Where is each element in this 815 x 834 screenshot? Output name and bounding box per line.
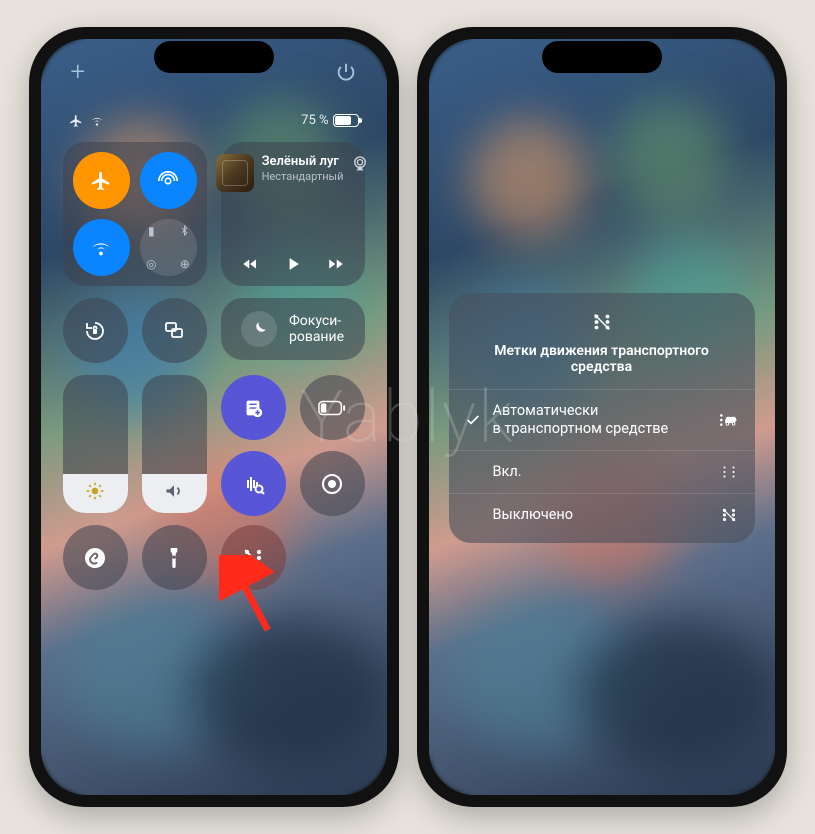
focus-button[interactable]: Фокуси- рование <box>221 298 365 360</box>
sound-recognition-button[interactable] <box>221 451 286 516</box>
motion-option-label: Автоматически в транспортном средстве <box>493 402 709 438</box>
forward-button[interactable] <box>325 255 347 273</box>
motion-cues-button[interactable] <box>221 525 286 590</box>
cellular-mini-icon: ▮ <box>140 219 164 243</box>
wifi-button[interactable] <box>73 219 130 276</box>
orientation-lock-button[interactable] <box>63 298 128 363</box>
screen-right: Метки движения транспортного средства Ав… <box>429 39 775 795</box>
screen-left: + 75 % <box>41 39 387 795</box>
power-button[interactable] <box>335 61 357 83</box>
shazam-button[interactable] <box>63 525 128 590</box>
airplay-icon[interactable] <box>351 154 369 172</box>
airplane-status-icon <box>69 114 83 128</box>
music-subtitle: Нестандартный <box>262 170 344 183</box>
status-bar: 75 % <box>63 113 365 128</box>
control-center-grid: ▮ ◎ ⊕ <box>63 142 365 286</box>
motion-option-label: Выключено <box>493 506 709 524</box>
quick-note-button[interactable] <box>221 375 286 440</box>
motion-option-on[interactable]: Вкл. <box>449 450 755 493</box>
dynamic-island <box>542 41 662 73</box>
motion-auto-icon <box>719 412 739 428</box>
screen-record-button[interactable] <box>300 451 365 516</box>
phone-right: Метки движения транспортного средства Ав… <box>417 27 787 807</box>
motion-option-label: Вкл. <box>493 463 709 481</box>
motion-cues-panel-icon <box>449 311 755 333</box>
screen-mirroring-button[interactable] <box>142 298 207 363</box>
motion-on-icon <box>719 463 739 481</box>
hotspot-mini-icon: ◎ <box>140 253 164 277</box>
airdrop-button[interactable] <box>140 152 197 209</box>
volume-slider[interactable] <box>142 375 207 513</box>
bluetooth-mini-icon <box>173 219 197 243</box>
rewind-button[interactable] <box>239 255 261 273</box>
focus-moon-icon <box>241 311 277 347</box>
low-power-button[interactable] <box>300 375 365 440</box>
album-art <box>216 154 254 192</box>
empty-slot <box>300 525 365 590</box>
music-title: Зелёный луг <box>262 154 344 170</box>
battery-text: 75 % <box>301 113 328 128</box>
battery-indicator: 75 % <box>301 113 358 128</box>
dynamic-island <box>154 41 274 73</box>
phone-left: + 75 % <box>29 27 399 807</box>
airplane-mode-button[interactable] <box>73 152 130 209</box>
play-button[interactable] <box>283 254 303 274</box>
brightness-slider[interactable] <box>63 375 128 513</box>
wifi-status-icon <box>89 114 105 128</box>
add-controls-button[interactable]: + <box>71 57 86 87</box>
motion-cues-panel-title: Метки движения транспортного средства <box>449 343 755 375</box>
focus-label: Фокуси- рование <box>289 313 344 345</box>
volume-icon <box>164 481 184 501</box>
motion-option-off[interactable]: Выключено <box>449 493 755 536</box>
motion-option-auto[interactable]: Автоматически в транспортном средстве <box>449 389 755 450</box>
checkmark-icon <box>465 412 483 428</box>
connectivity-more[interactable]: ▮ ◎ ⊕ <box>140 219 197 276</box>
vpn-mini-icon: ⊕ <box>173 253 197 277</box>
motion-cues-panel: Метки движения транспортного средства Ав… <box>449 293 755 543</box>
brightness-icon <box>85 481 105 501</box>
connectivity-group[interactable]: ▮ ◎ ⊕ <box>63 142 207 286</box>
motion-off-icon <box>719 506 739 524</box>
music-widget[interactable]: Зелёный луг Нестандартный <box>221 142 365 286</box>
flashlight-button[interactable] <box>142 525 207 590</box>
